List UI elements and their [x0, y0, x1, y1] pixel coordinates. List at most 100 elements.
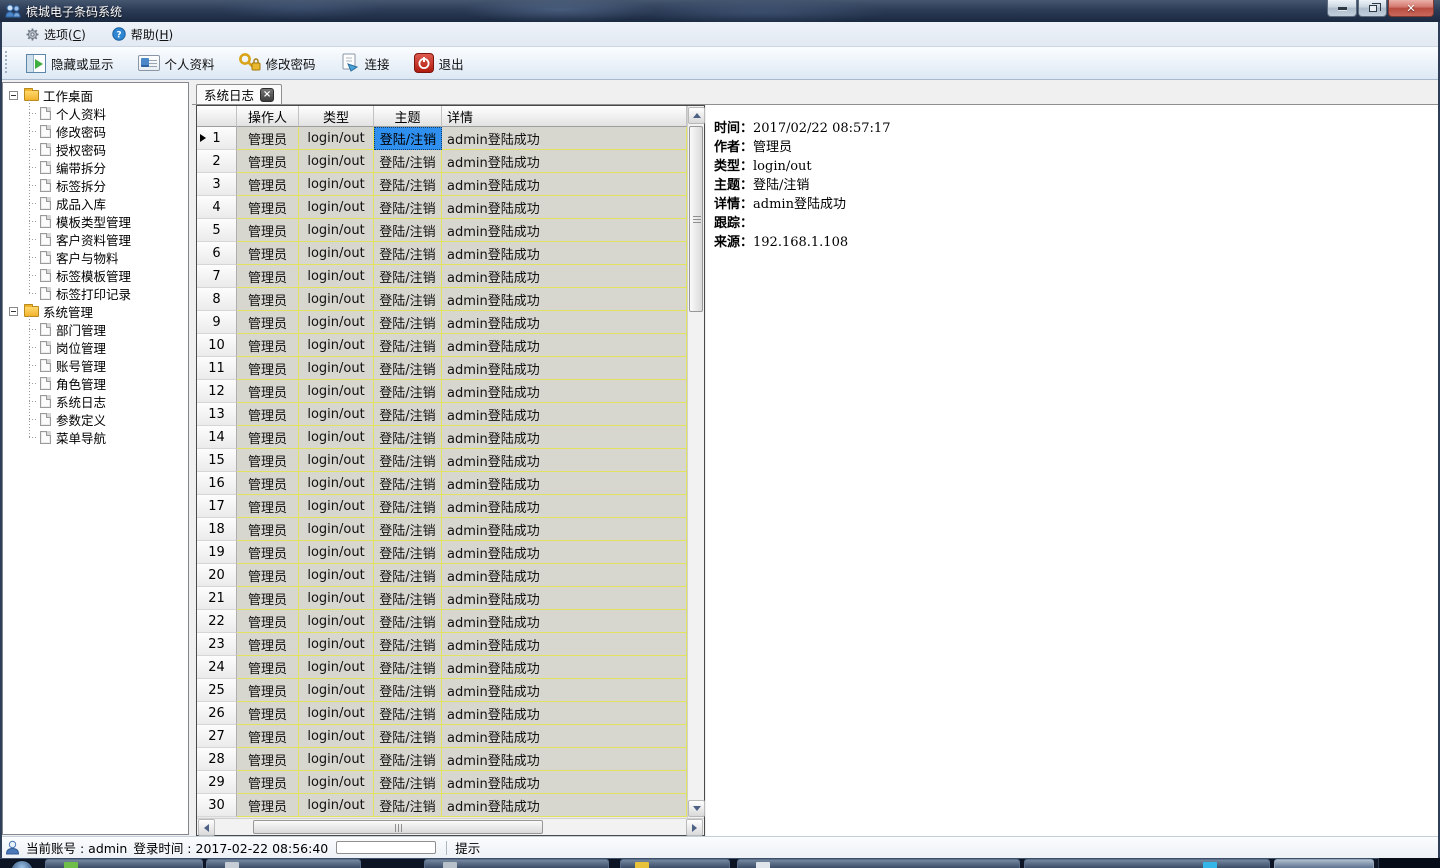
cell-detail[interactable]: admin登陆成功 [442, 541, 687, 564]
table-row[interactable]: 8管理员login/out登陆/注销admin登陆成功 [197, 288, 687, 311]
toggle-panel-button[interactable]: 隐藏或显示 [17, 50, 123, 76]
cell-subject[interactable]: 登陆/注销 [374, 541, 442, 564]
vertical-scroll-thumb[interactable] [689, 126, 703, 312]
cell-subject[interactable]: 登陆/注销 [374, 127, 442, 150]
table-row[interactable]: 1管理员login/out登陆/注销admin登陆成功 [197, 127, 687, 150]
connect-button[interactable]: 连接 [331, 50, 399, 76]
horizontal-scroll-thumb[interactable] [253, 820, 543, 834]
cell-detail[interactable]: admin登陆成功 [442, 472, 687, 495]
cell-operator[interactable]: 管理员 [237, 472, 299, 495]
cell-subject[interactable]: 登陆/注销 [374, 334, 442, 357]
table-row[interactable]: 26管理员login/out登陆/注销admin登陆成功 [197, 702, 687, 725]
tree-group-workspace[interactable]: 工作桌面 [3, 86, 188, 104]
cell-detail[interactable]: admin登陆成功 [442, 679, 687, 702]
cell-operator[interactable]: 管理员 [237, 403, 299, 426]
table-row[interactable]: 2管理员login/out登陆/注销admin登陆成功 [197, 150, 687, 173]
tree-group-system[interactable]: 系统管理 [3, 302, 188, 320]
table-row[interactable]: 6管理员login/out登陆/注销admin登陆成功 [197, 242, 687, 265]
tab-system-log[interactable]: 系统日志 × [196, 84, 282, 104]
scroll-down-button[interactable] [688, 800, 705, 817]
tree-item[interactable]: 成品入库 [3, 194, 188, 212]
row-header[interactable]: 16 [197, 472, 237, 495]
row-header[interactable]: 10 [197, 334, 237, 357]
cell-type[interactable]: login/out [299, 219, 374, 242]
cell-subject[interactable]: 登陆/注销 [374, 288, 442, 311]
cell-subject[interactable]: 登陆/注销 [374, 173, 442, 196]
exit-button[interactable]: 退出 [405, 50, 473, 76]
table-row[interactable]: 23管理员login/out登陆/注销admin登陆成功 [197, 633, 687, 656]
cell-operator[interactable]: 管理员 [237, 196, 299, 219]
scroll-left-button[interactable] [198, 819, 215, 836]
row-header[interactable]: 15 [197, 449, 237, 472]
tree-item[interactable]: 个人资料 [3, 104, 188, 122]
cell-operator[interactable]: 管理员 [237, 265, 299, 288]
cell-subject[interactable]: 登陆/注销 [374, 380, 442, 403]
cell-type[interactable]: login/out [299, 449, 374, 472]
row-header[interactable]: 17 [197, 495, 237, 518]
cell-operator[interactable]: 管理员 [237, 357, 299, 380]
cell-type[interactable]: login/out [299, 380, 374, 403]
cell-type[interactable]: login/out [299, 426, 374, 449]
col-header-detail[interactable]: 详情 [442, 106, 687, 127]
cell-detail[interactable]: admin登陆成功 [442, 610, 687, 633]
cell-detail[interactable]: admin登陆成功 [442, 196, 687, 219]
collapse-icon[interactable] [9, 91, 18, 100]
cell-subject[interactable]: 登陆/注销 [374, 265, 442, 288]
table-row[interactable]: 18管理员login/out登陆/注销admin登陆成功 [197, 518, 687, 541]
cell-detail[interactable]: admin登陆成功 [442, 794, 687, 817]
vertical-scrollbar[interactable] [687, 106, 704, 818]
row-header[interactable]: 9 [197, 311, 237, 334]
cell-type[interactable]: login/out [299, 495, 374, 518]
cell-detail[interactable]: admin登陆成功 [442, 380, 687, 403]
cell-type[interactable]: login/out [299, 173, 374, 196]
cell-type[interactable]: login/out [299, 633, 374, 656]
menu-help[interactable]: ? 帮助(H) [106, 24, 179, 45]
cell-subject[interactable]: 登陆/注销 [374, 748, 442, 771]
row-header[interactable]: 1 [197, 127, 237, 150]
cell-operator[interactable]: 管理员 [237, 748, 299, 771]
taskbar-button[interactable] [737, 859, 1020, 868]
cell-detail[interactable]: admin登陆成功 [442, 288, 687, 311]
tree-item[interactable]: 部门管理 [3, 320, 188, 338]
cell-type[interactable]: login/out [299, 656, 374, 679]
cell-detail[interactable]: admin登陆成功 [442, 449, 687, 472]
tree-item[interactable]: 模板类型管理 [3, 212, 188, 230]
cell-operator[interactable]: 管理员 [237, 518, 299, 541]
tree-item[interactable]: 菜单导航 [3, 428, 188, 446]
restore-button[interactable] [1358, 0, 1387, 17]
cell-detail[interactable]: admin登陆成功 [442, 656, 687, 679]
cell-detail[interactable]: admin登陆成功 [442, 173, 687, 196]
tree-item[interactable]: 客户资料管理 [3, 230, 188, 248]
cell-operator[interactable]: 管理员 [237, 633, 299, 656]
row-header[interactable]: 30 [197, 794, 237, 817]
cell-detail[interactable]: admin登陆成功 [442, 426, 687, 449]
cell-subject[interactable]: 登陆/注销 [374, 725, 442, 748]
cell-operator[interactable]: 管理员 [237, 725, 299, 748]
cell-type[interactable]: login/out [299, 748, 374, 771]
cell-type[interactable]: login/out [299, 771, 374, 794]
row-header[interactable]: 27 [197, 725, 237, 748]
row-header[interactable]: 23 [197, 633, 237, 656]
cell-operator[interactable]: 管理员 [237, 587, 299, 610]
cell-detail[interactable]: admin登陆成功 [442, 311, 687, 334]
cell-operator[interactable]: 管理员 [237, 564, 299, 587]
cell-operator[interactable]: 管理员 [237, 380, 299, 403]
cell-subject[interactable]: 登陆/注销 [374, 242, 442, 265]
cell-subject[interactable]: 登陆/注销 [374, 495, 442, 518]
cell-operator[interactable]: 管理员 [237, 219, 299, 242]
tree-item[interactable]: 标签拆分 [3, 176, 188, 194]
tree-item[interactable]: 账号管理 [3, 356, 188, 374]
taskbar-button[interactable] [620, 859, 730, 868]
tree-item[interactable]: 标签模板管理 [3, 266, 188, 284]
close-button[interactable]: ✕ [1388, 0, 1434, 17]
table-row[interactable]: 28管理员login/out登陆/注销admin登陆成功 [197, 748, 687, 771]
row-header[interactable]: 20 [197, 564, 237, 587]
row-header[interactable]: 28 [197, 748, 237, 771]
table-row[interactable]: 21管理员login/out登陆/注销admin登陆成功 [197, 587, 687, 610]
cell-operator[interactable]: 管理员 [237, 426, 299, 449]
table-row[interactable]: 30管理员login/out登陆/注销admin登陆成功 [197, 794, 687, 817]
cell-type[interactable]: login/out [299, 518, 374, 541]
cell-operator[interactable]: 管理员 [237, 541, 299, 564]
cell-detail[interactable]: admin登陆成功 [442, 242, 687, 265]
tree-item[interactable]: 角色管理 [3, 374, 188, 392]
